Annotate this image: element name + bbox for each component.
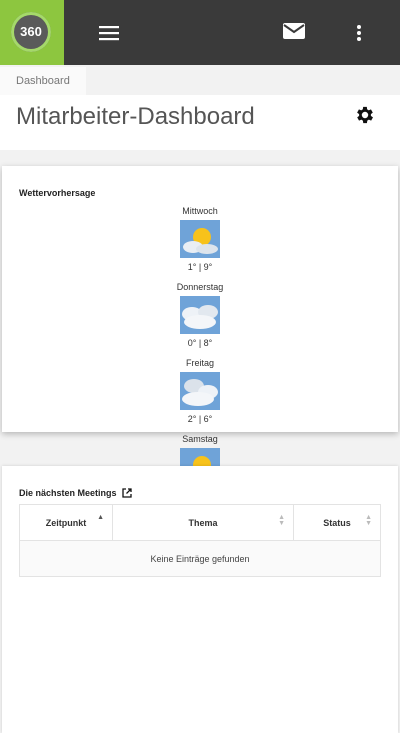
empty-table-message: Keine Einträge gefunden [19,540,381,577]
column-header-thema[interactable]: Thema ▲ ▼ [112,504,294,541]
top-navbar: 360 [0,0,400,65]
meetings-panel: Die nächsten Meetings Zeitpunkt ▲ Thema … [2,466,398,733]
breadcrumb: Dashboard [0,65,400,95]
weather-day-temp: 2° | 6° [187,414,213,424]
column-header-label: Status [323,517,351,528]
external-link-icon[interactable] [122,488,132,498]
sun-behind-cloud-icon [180,220,220,258]
table-row: Keine Einträge gefunden [19,540,381,577]
column-header-label: Thema [188,517,218,528]
weather-day: Donnerstag 0° | 8° [160,282,240,348]
breadcrumb-item-dashboard[interactable]: Dashboard [0,67,86,95]
meetings-title[interactable]: Die nächsten Meetings [19,488,132,498]
weather-day: Mittwoch 1° | 9° [160,206,240,272]
sort-ascending-icon: ▲ [97,514,104,521]
meetings-title-text: Die nächsten Meetings [19,488,117,498]
weather-day-temp: 1° | 9° [187,262,213,272]
meetings-table: Zeitpunkt ▲ Thema ▲ ▼ Status ▲ ▼ Keine Ein… [19,504,381,577]
cloud-icon [180,372,220,410]
sort-icon: ▲ ▼ [278,514,285,527]
column-header-zeitpunkt[interactable]: Zeitpunkt ▲ [19,504,113,541]
mail-icon[interactable] [281,18,307,44]
weather-panel: Wettervorhersage Mittwoch 1° | 9° Donner… [2,166,398,432]
weather-day-name: Samstag [182,434,218,444]
hamburger-icon[interactable] [96,20,122,46]
sun-behind-cloud-icon [180,448,220,468]
weather-day-temp: 0° | 8° [187,338,213,348]
cloud-icon [180,296,220,334]
page-header: Mitarbeiter-Dashboard [0,95,400,150]
weather-title: Wettervorhersage [19,188,96,198]
weather-day-name: Donnerstag [176,282,224,292]
sort-icon: ▲ ▼ [365,514,372,527]
logo-text: 360 [11,12,51,52]
gear-icon[interactable] [354,104,376,126]
page-title: Mitarbeiter-Dashboard [16,103,255,130]
weather-day-name: Mittwoch [182,206,218,216]
weather-day: Samstag [160,434,240,468]
logo[interactable]: 360 [0,0,64,65]
weather-day: Freitag 2° | 6° [160,358,240,424]
weather-day-name: Freitag [185,358,214,368]
kebab-icon[interactable] [346,20,372,46]
column-header-label: Zeitpunkt [45,517,87,528]
column-header-status[interactable]: Status ▲ ▼ [293,504,381,541]
